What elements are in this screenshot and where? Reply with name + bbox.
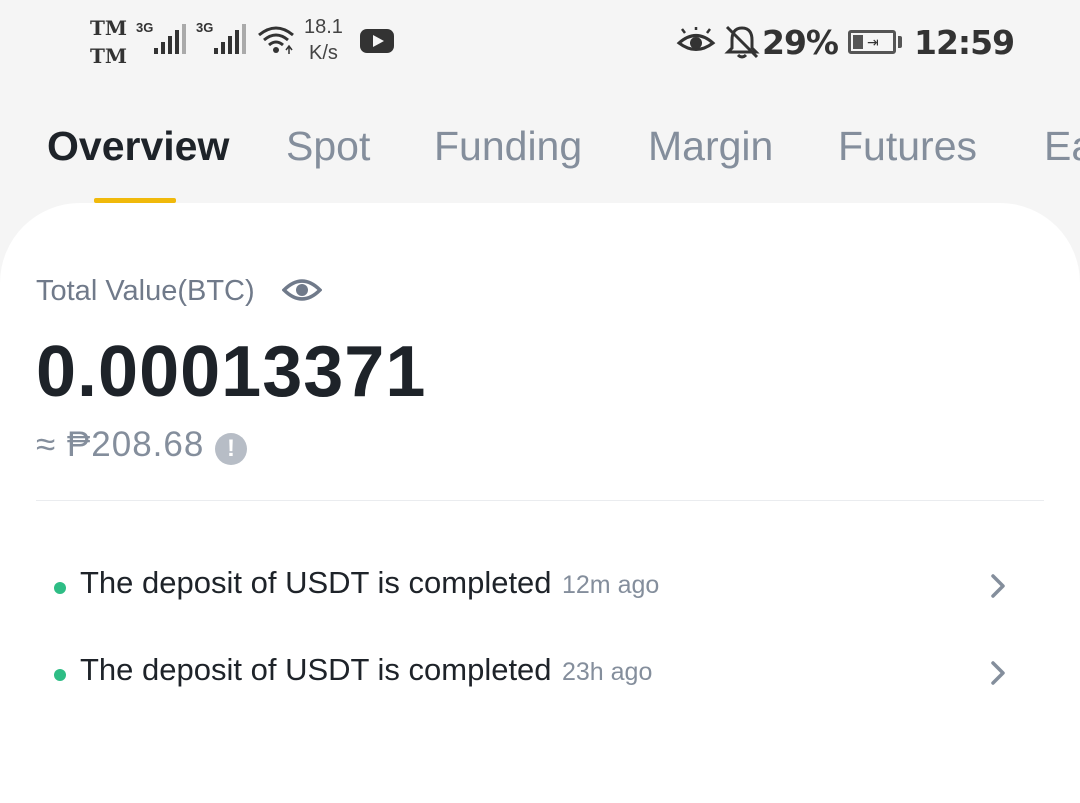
network-speed: 18.1 K/s: [304, 14, 343, 66]
notification-text: The deposit of USDT is completed: [80, 565, 552, 600]
asset-tabs: Overview Spot Funding Margin Futures Ea: [0, 118, 1080, 208]
battery-charging-icon: ⇥: [848, 30, 896, 54]
network-speed-value: 18.1: [304, 16, 343, 38]
wifi-icon: [258, 26, 294, 54]
info-icon[interactable]: !: [215, 433, 247, 465]
battery-percent: 29%: [762, 22, 839, 62]
toggle-visibility-icon[interactable]: [282, 276, 322, 304]
status-bar: TM TM 3G 3G 18.1 K/s 29% ⇥ 12:59: [0, 0, 1080, 90]
tab-earn[interactable]: Ea: [1044, 118, 1080, 174]
notification-row-1[interactable]: The deposit of USDT is completed 12m ago: [0, 555, 1080, 615]
signal-icon: 3G: [136, 20, 186, 54]
status-dot: [54, 669, 66, 681]
tab-futures[interactable]: Futures: [838, 118, 977, 174]
network-type-2: 3G: [196, 20, 214, 35]
divider: [36, 500, 1044, 501]
network-type-1: 3G: [136, 20, 154, 35]
notification-text: The deposit of USDT is completed: [80, 652, 552, 687]
total-btc-value: 0.00013371: [36, 332, 427, 412]
status-dot: [54, 582, 66, 594]
signal-icon-2: 3G: [196, 20, 246, 54]
carrier-2-label: TM: [90, 44, 128, 68]
chevron-right-icon: [991, 574, 1005, 598]
chevron-right-icon: [991, 661, 1005, 685]
clock: 12:59: [914, 22, 1015, 62]
fiat-equivalent: ≈ ₱208.68: [36, 425, 205, 464]
notification-time: 12m ago: [562, 571, 660, 599]
carrier-1-label: TM: [90, 16, 128, 40]
carrier-labels: TM TM: [90, 14, 127, 70]
notification-row-2[interactable]: The deposit of USDT is completed 23h ago: [0, 642, 1080, 702]
tab-funding[interactable]: Funding: [434, 118, 582, 174]
tab-margin[interactable]: Margin: [648, 118, 773, 174]
network-speed-unit: K/s: [309, 42, 338, 64]
overview-card: Total Value(BTC) 0.00013371 ≈ ₱208.68 ! …: [0, 203, 1080, 803]
tab-overview[interactable]: Overview: [47, 118, 229, 174]
youtube-icon: [360, 29, 394, 53]
total-value-label: Total Value(BTC): [36, 275, 255, 307]
tab-spot[interactable]: Spot: [286, 118, 370, 174]
status-right: 29% ⇥ 12:59: [676, 20, 1015, 64]
eye-icon: [676, 27, 716, 51]
notification-time: 23h ago: [562, 658, 653, 686]
bell-off-icon: [724, 25, 760, 59]
